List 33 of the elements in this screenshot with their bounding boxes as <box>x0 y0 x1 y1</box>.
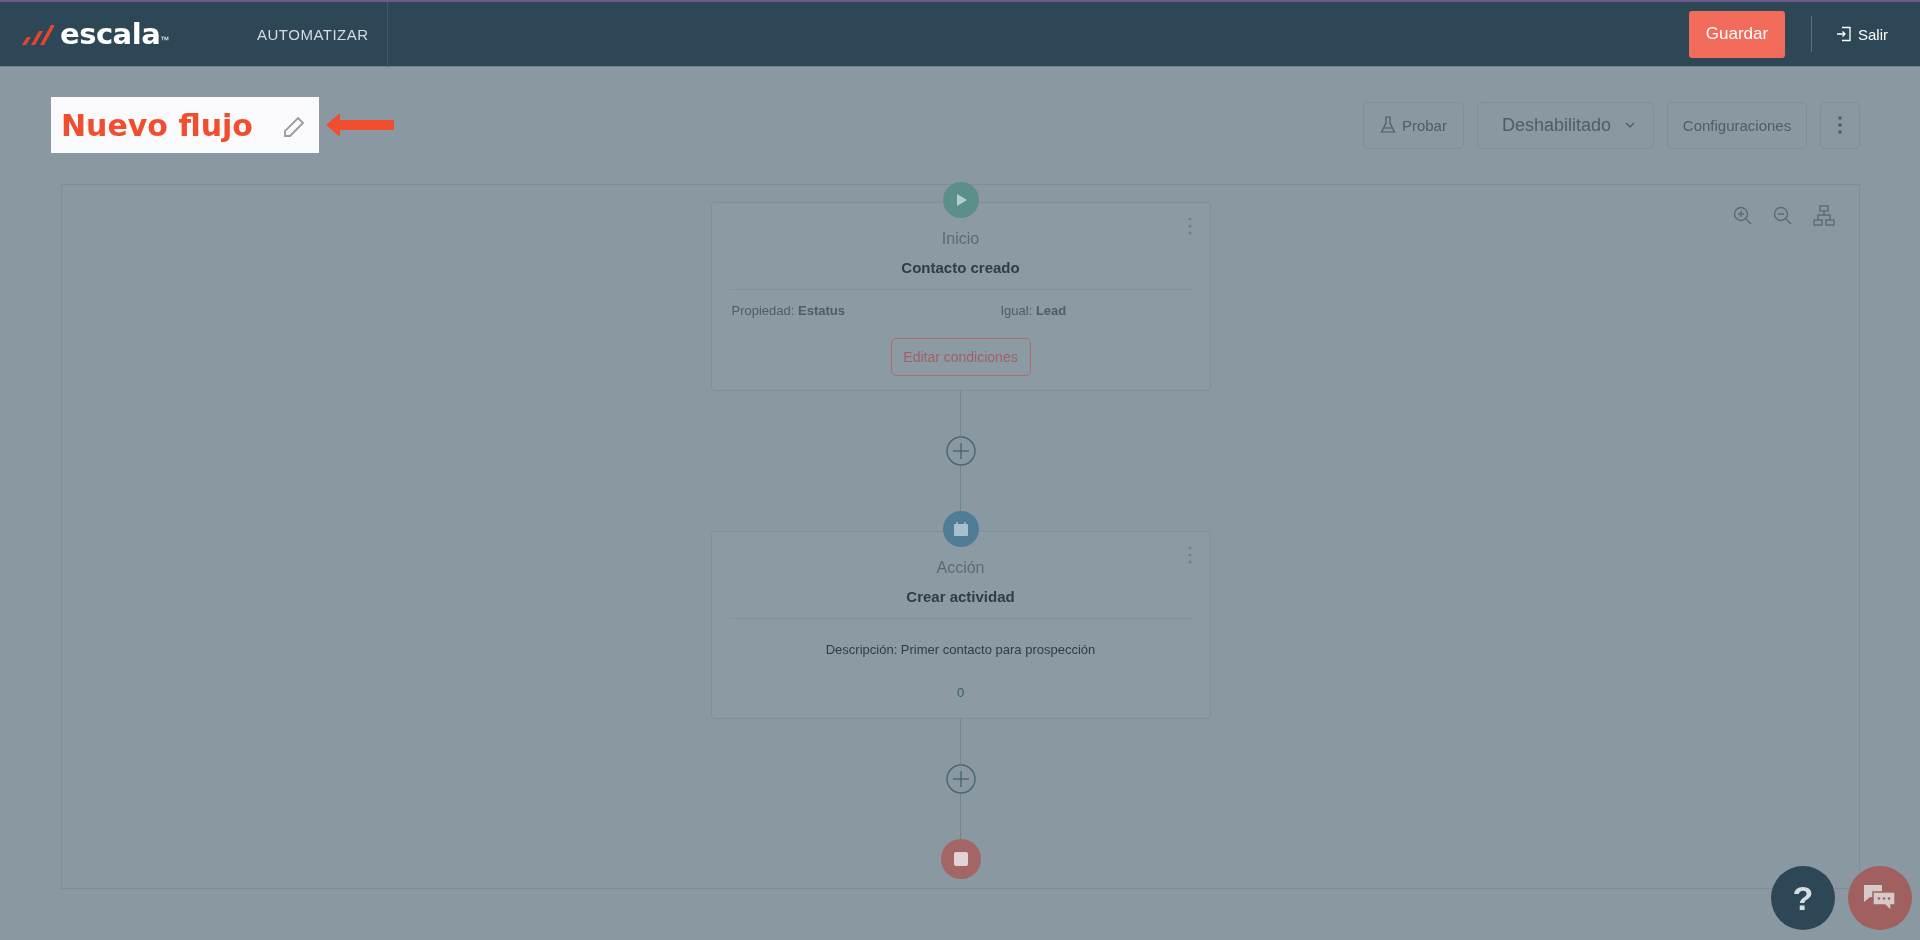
chevron-down-icon <box>1625 122 1635 128</box>
exit-icon <box>1836 26 1852 42</box>
trademark-mark: ™ <box>160 35 170 45</box>
add-step-icon[interactable] <box>945 764 976 794</box>
status-dropdown[interactable]: Deshabilitado <box>1476 101 1654 149</box>
step-description: Descripción: Primer contacto para prospección <box>825 642 1096 657</box>
kebab-icon <box>1838 116 1842 134</box>
zoom-out-icon[interactable] <box>1773 206 1793 226</box>
pointer-arrow <box>325 113 394 137</box>
kebab-icon[interactable] <box>1187 546 1192 564</box>
nav-link[interactable]: AUTOMATIZAR <box>248 1 388 67</box>
play-icon <box>942 182 979 218</box>
step-title: Contacto creado <box>901 259 1020 276</box>
kebab-icon[interactable] <box>1187 217 1192 235</box>
settings-button[interactable]: Configuraciones <box>1667 101 1807 149</box>
calendar-icon <box>942 511 979 547</box>
brand-name: escala <box>60 17 161 51</box>
condition-text: Igual: Lead <box>999 303 1068 318</box>
step-count: 0 <box>956 685 965 700</box>
logo-bars-icon <box>20 23 54 45</box>
add-step-icon[interactable] <box>945 436 976 466</box>
test-button[interactable]: Probar <box>1362 101 1464 149</box>
help-button[interactable]: ? <box>1771 866 1835 930</box>
flask-icon <box>1379 116 1396 134</box>
zoom-in-icon[interactable] <box>1733 206 1753 226</box>
hierarchy-icon[interactable] <box>1813 205 1835 227</box>
condition-text: Propiedad: Estatus <box>731 303 846 318</box>
step-title: Crear actividad <box>906 588 1015 605</box>
more-button[interactable] <box>1820 101 1860 149</box>
stop-icon <box>940 839 981 879</box>
save-button[interactable]: Guardar <box>1689 10 1785 58</box>
flow-title: Nuevo flujo <box>61 107 253 143</box>
exit-button[interactable]: Salir <box>1836 25 1888 43</box>
